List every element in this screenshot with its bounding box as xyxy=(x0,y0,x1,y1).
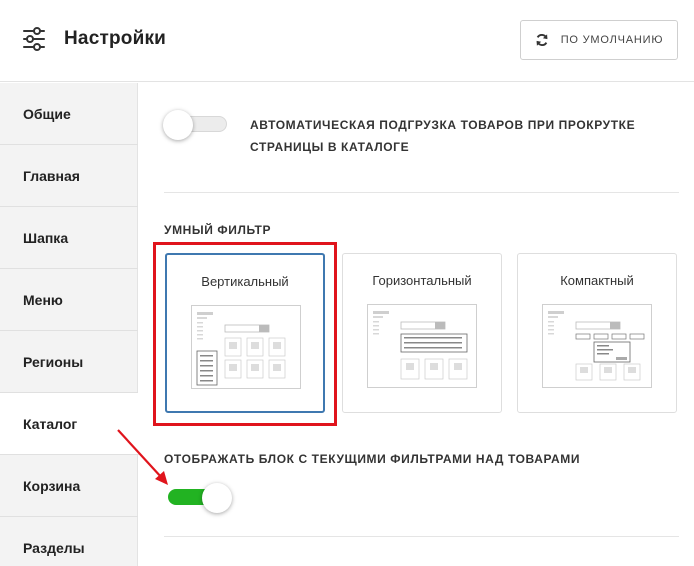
page-title: Настройки xyxy=(64,28,167,49)
divider xyxy=(164,536,679,537)
sidebar-item-menu[interactable]: Меню xyxy=(0,269,138,331)
toggle-knob xyxy=(163,110,193,140)
autoload-toggle[interactable] xyxy=(163,110,229,140)
autoload-label-line1: АВТОМАТИЧЕСКАЯ ПОДГРУЗКА ТОВАРОВ ПРИ ПРО… xyxy=(250,118,636,132)
refresh-icon xyxy=(536,33,548,47)
sidebar-item-label: Разделы xyxy=(23,539,85,556)
header: Настройки ПО УМОЛЧАНИЮ xyxy=(0,0,694,82)
vertical-filter-preview xyxy=(191,305,301,389)
sidebar-item-label: Каталог xyxy=(23,415,78,432)
smart-filter-title: УМНЫЙ ФИЛЬТР xyxy=(164,223,272,237)
filter-option-compact[interactable]: Компактный xyxy=(517,253,677,413)
sidebar-item-header[interactable]: Шапка xyxy=(0,207,138,269)
filter-option-horizontal[interactable]: Горизонтальный xyxy=(342,253,502,413)
sidebar-item-label: Главная xyxy=(23,167,80,184)
annotation-arrow-icon xyxy=(117,429,168,485)
sliders-settings-icon xyxy=(23,27,45,51)
filter-option-label: Горизонтальный xyxy=(372,273,472,288)
settings-sidebar: Общие Главная Шапка Меню Регионы Каталог… xyxy=(0,83,139,566)
sidebar-item-sections[interactable]: Разделы xyxy=(0,517,138,566)
catalog-settings-panel: АВТОМАТИЧЕСКАЯ ПОДГРУЗКА ТОВАРОВ ПРИ ПРО… xyxy=(139,83,694,566)
sidebar-item-label: Шапка xyxy=(23,229,69,246)
compact-filter-preview xyxy=(542,304,652,388)
toggle-knob xyxy=(202,483,232,513)
sidebar-item-regions[interactable]: Регионы xyxy=(0,331,138,393)
reset-defaults-button[interactable]: ПО УМОЛЧАНИЮ xyxy=(520,20,678,60)
sidebar-item-general[interactable]: Общие xyxy=(0,83,138,145)
autoload-label: АВТОМАТИЧЕСКАЯ ПОДГРУЗКА ТОВАРОВ ПРИ ПРО… xyxy=(250,114,635,158)
sidebar-item-label: Меню xyxy=(23,291,63,308)
sidebar-item-label: Корзина xyxy=(23,477,81,494)
divider xyxy=(164,192,679,193)
sidebar-item-main[interactable]: Главная xyxy=(0,145,138,207)
sidebar-item-label: Общие xyxy=(23,105,71,122)
current-filters-label: ОТОБРАЖАТЬ БЛОК С ТЕКУЩИМИ ФИЛЬТРАМИ НАД… xyxy=(164,452,581,466)
filter-option-label: Компактный xyxy=(560,273,634,288)
autoload-label-line2: СТРАНИЦЫ В КАТАЛОГЕ xyxy=(250,140,410,154)
filter-option-label: Вертикальный xyxy=(201,274,289,289)
horizontal-filter-preview xyxy=(367,304,477,388)
sidebar-item-label: Регионы xyxy=(23,353,84,370)
filter-option-vertical[interactable]: Вертикальный xyxy=(165,253,325,413)
reset-defaults-label: ПО УМОЛЧАНИЮ xyxy=(560,34,664,46)
